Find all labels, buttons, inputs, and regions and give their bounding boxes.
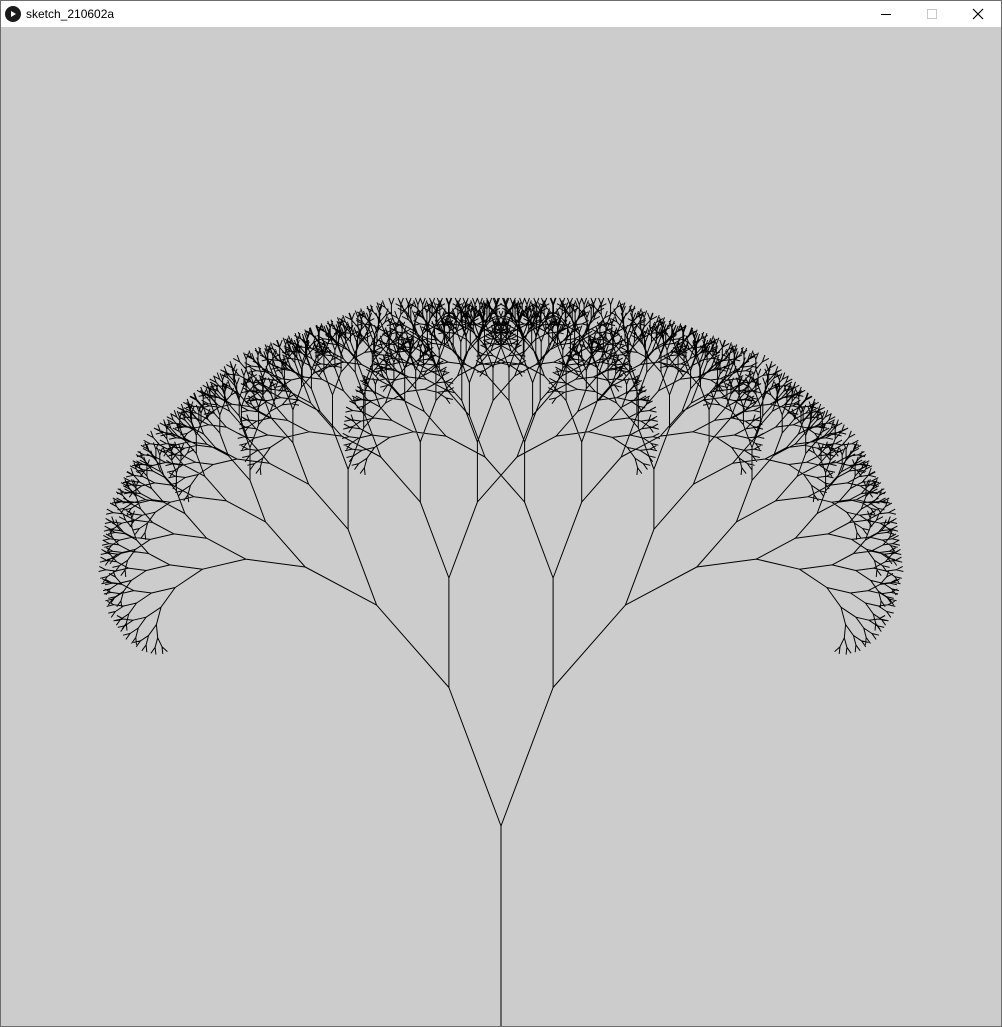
window-title: sketch_210602a xyxy=(26,7,115,21)
app-window: sketch_210602a xyxy=(0,0,1002,1027)
maximize-icon xyxy=(927,9,937,19)
title-bar[interactable]: sketch_210602a xyxy=(1,1,1001,27)
tree-branches xyxy=(98,297,904,1026)
window-controls xyxy=(863,1,1001,27)
fractal-tree xyxy=(98,297,904,1026)
close-button[interactable] xyxy=(955,1,1001,27)
minimize-icon xyxy=(881,14,891,15)
maximize-button[interactable] xyxy=(909,1,955,27)
minimize-button[interactable] xyxy=(863,1,909,27)
branch-path xyxy=(98,297,904,1026)
close-icon xyxy=(972,8,984,20)
play-circle-icon xyxy=(5,6,21,22)
sketch-canvas[interactable] xyxy=(1,27,1001,1026)
